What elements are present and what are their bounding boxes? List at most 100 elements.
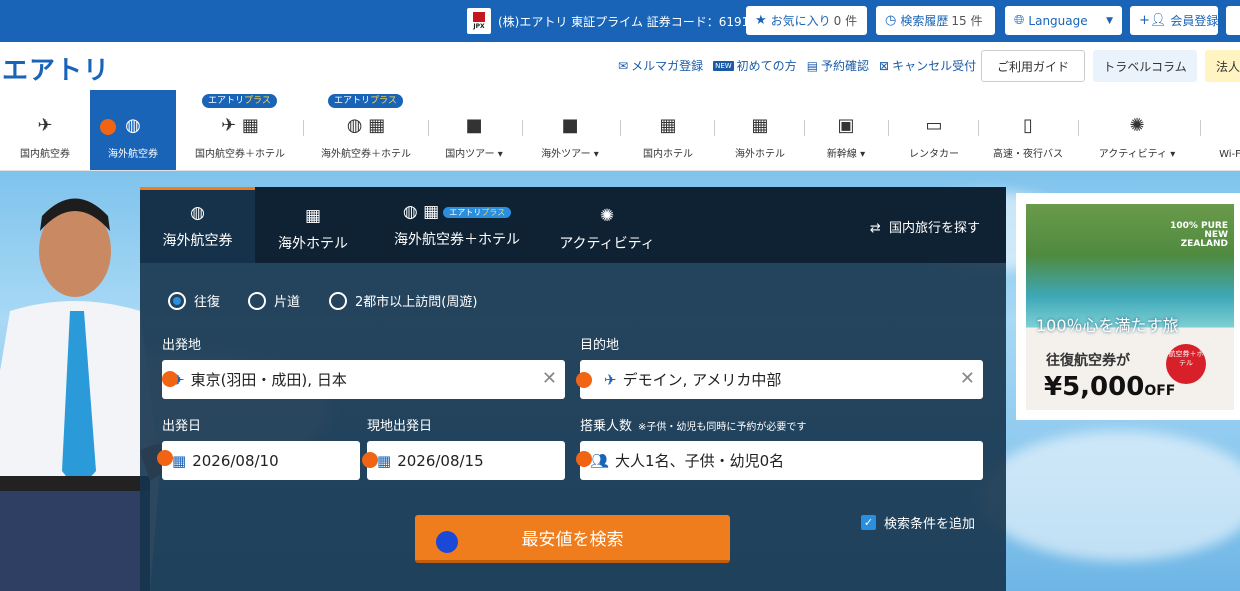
calendar-icon: ▦ <box>377 451 392 470</box>
hotel-icon: ▦ <box>304 205 322 226</box>
radio-multi-city[interactable]: 2都市以上訪問(周遊) <box>329 291 477 310</box>
category-domestic-tour[interactable]: ■ 国内ツアー ▾ <box>432 90 516 170</box>
login-button[interactable] <box>1226 6 1240 35</box>
divider <box>888 120 889 136</box>
origin-field[interactable]: ✈ 東京(羽田・成田), 日本 ✕ <box>162 360 565 399</box>
cloud <box>980 431 1240 561</box>
calendar-cancel-icon: ⊠ <box>879 59 890 73</box>
caret-down-icon: ▼ <box>1106 15 1113 26</box>
train-icon: ▣ <box>837 115 855 136</box>
search-panel: ◍ 海外航空券 ▦ 海外ホテル ◍ ▦ エアトリプラス 海外航空券＋ホテル ✺ アクティビ… <box>140 187 1006 591</box>
newsletter-link[interactable]: ✉ メルマガ登録 <box>618 57 703 74</box>
add-user-icon: +👤︎ <box>1139 13 1167 28</box>
category-domestic-flights[interactable]: ✈ 国内航空券 <box>0 90 90 170</box>
tab-international-flights[interactable]: ◍ 海外航空券 <box>140 187 255 263</box>
cancel-link[interactable]: ⊠ キャンセル受付 <box>879 57 976 74</box>
search-button[interactable]: 最安値を検索 <box>415 515 730 563</box>
click-marker <box>576 372 592 388</box>
ferris-wheel-icon: ✺ <box>1129 115 1145 136</box>
radio-round-trip[interactable]: 往復 <box>168 291 220 310</box>
hotel-icon: ▦ <box>659 115 677 136</box>
corp-info: JPX (株)エアトリ 東証プライム 証券コード：6191 | <box>467 7 763 35</box>
globe-icon: 🌐︎ <box>1014 13 1025 28</box>
divider <box>1200 120 1201 136</box>
corp-info-text: (株)エアトリ 東証プライム 証券コード：6191 <box>498 14 750 29</box>
arrival-plane-icon: ✈ <box>604 370 617 389</box>
first-time-link[interactable]: NEW 初めての方 <box>713 57 797 74</box>
airplane-icon: ✈ <box>37 115 53 136</box>
category-international-flight-hotel[interactable]: ◍ ▦ 海外航空券＋ホテル <box>308 90 424 170</box>
radio-one-way[interactable]: 片道 <box>248 291 300 310</box>
category-wifi[interactable]: Wi-Fi <box>1206 90 1240 170</box>
origin-label: 出発地 <box>162 338 202 353</box>
star-icon: ★ <box>755 13 767 28</box>
search-history-button[interactable]: ◷ 検索履歴 15 件 <box>876 6 995 35</box>
travel-column-button[interactable]: トラベルコラム <box>1093 50 1197 82</box>
divider <box>714 120 715 136</box>
corporate-button[interactable]: 法人 <box>1205 50 1240 82</box>
depart-date-field[interactable]: ▦ 2026/08/10 <box>162 441 360 480</box>
switch-domestic-link[interactable]: ⇄ 国内旅行を探す <box>870 217 980 236</box>
divider <box>428 120 429 136</box>
globe-hotel-icon: ◍ ▦ エアトリプラス <box>403 202 512 222</box>
language-select[interactable]: 🌐︎ Language ▼ <box>1005 6 1122 35</box>
tab-international-hotels[interactable]: ▦ 海外ホテル <box>260 187 366 263</box>
radio-button <box>168 291 186 310</box>
site-logo[interactable]: エアトリ <box>2 50 110 87</box>
top-bar: JPX (株)エアトリ 東証プライム 証券コード：6191 | ★ お気に入り … <box>0 0 1240 42</box>
depart-date-label: 出発日 <box>162 419 202 434</box>
header-links: ✉ メルマガ登録 NEW 初めての方 ▤ 予約確認 ⊠ キャンセル受付 <box>618 57 976 74</box>
ad-price: ¥5,000OFF <box>1044 372 1176 402</box>
category-international-hotel[interactable]: ▦ 海外ホテル <box>720 90 800 170</box>
category-international-tour[interactable]: ■ 海外ツアー ▾ <box>528 90 612 170</box>
clear-icon[interactable]: ✕ <box>960 368 975 389</box>
ad-banner[interactable]: 100% PURE NEW ZEALAND 100％心を満たす旅 往復航空券が … <box>1016 193 1240 420</box>
reservation-check-link[interactable]: ▤ 予約確認 <box>807 57 869 74</box>
divider <box>522 120 523 136</box>
divider <box>978 120 979 136</box>
return-date-field[interactable]: ▦ 2026/08/15 <box>367 441 565 480</box>
airplane-hotel-icon: ✈ ▦ <box>221 115 259 136</box>
passengers-field[interactable]: 👥︎ 大人1名、子供・幼児0名 <box>580 441 983 480</box>
new-icon: NEW <box>713 61 734 71</box>
ad-image: 100% PURE NEW ZEALAND 100％心を満たす旅 往復航空券が … <box>1026 204 1234 410</box>
jpx-logo: JPX <box>467 8 491 34</box>
globe-hotel-icon: ◍ ▦ <box>346 115 386 136</box>
ferris-wheel-icon: ✺ <box>599 205 615 226</box>
clear-icon[interactable]: ✕ <box>542 368 557 389</box>
mail-icon: ✉ <box>618 59 629 73</box>
destination-field[interactable]: ✈ デモイン, アメリカ中部 ✕ <box>580 360 983 399</box>
click-marker <box>100 119 116 135</box>
destination-label: 目的地 <box>580 338 620 353</box>
car-icon: ▭ <box>925 115 943 136</box>
register-button[interactable]: +👤︎ 会員登録 <box>1130 6 1218 35</box>
click-marker <box>157 450 173 466</box>
click-marker <box>162 371 178 387</box>
tab-activity[interactable]: ✺ アクティビティ <box>550 187 664 263</box>
ad-tag: 100% PURE NEW ZEALAND <box>1170 221 1228 249</box>
category-domestic-hotel[interactable]: ▦ 国内ホテル <box>628 90 708 170</box>
favorites-button[interactable]: ★ お気に入り 0 件 <box>746 6 867 35</box>
plus-badge: エアトリプラス <box>443 206 512 218</box>
divider <box>1078 120 1079 136</box>
category-bus[interactable]: ▯ 高速・夜行バス <box>984 90 1072 170</box>
divider <box>620 120 621 136</box>
divider <box>804 120 805 136</box>
add-conditions-toggle[interactable]: ✓ 検索条件を追加 <box>861 513 975 532</box>
wifi-icon <box>1228 119 1234 140</box>
category-activity[interactable]: ✺ アクティビティ ▾ <box>1084 90 1190 170</box>
swap-icon: ⇄ <box>869 221 881 236</box>
tab-flight-hotel[interactable]: ◍ ▦ エアトリプラス 海外航空券＋ホテル <box>372 187 542 263</box>
return-date-label: 現地出発日 <box>367 419 433 434</box>
check-icon: ✓ <box>861 515 876 530</box>
radio-button <box>329 291 347 310</box>
radio-button <box>248 291 266 310</box>
click-marker <box>576 451 592 467</box>
suitcase-icon: ■ <box>465 115 483 136</box>
guide-button[interactable]: ご利用ガイド <box>981 50 1085 82</box>
category-shinkansen[interactable]: ▣ 新幹線 ▾ <box>808 90 884 170</box>
document-icon: ▤ <box>806 59 819 73</box>
category-rental-car[interactable]: ▭ レンタカー <box>894 90 974 170</box>
calendar-icon: ▦ <box>172 451 187 470</box>
category-domestic-flight-hotel[interactable]: ✈ ▦ 国内航空券＋ホテル <box>182 90 298 170</box>
